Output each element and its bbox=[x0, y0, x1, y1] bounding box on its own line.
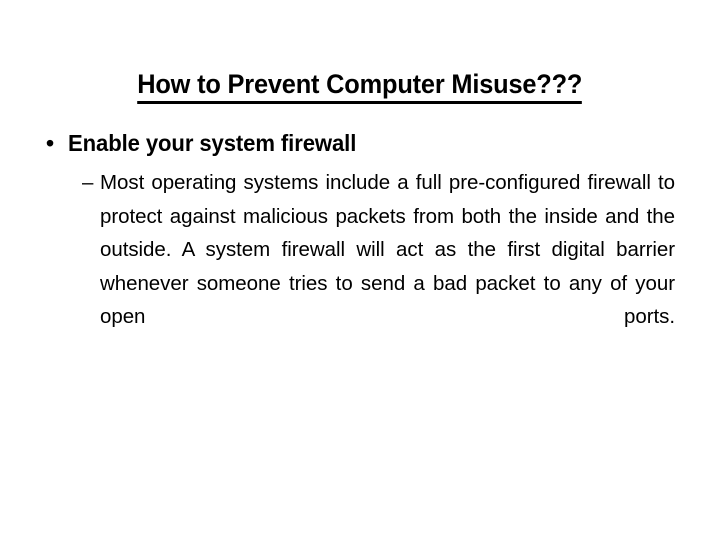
list-item-level2-paragraph: Most operating systems include a full pr… bbox=[100, 171, 675, 329]
list-item-level2: – Most operating systems include a full … bbox=[0, 166, 720, 368]
list-item-level1: • Enable your system firewall bbox=[0, 128, 720, 158]
bullet-dot-icon: • bbox=[46, 130, 54, 156]
bullet-dash-icon: – bbox=[82, 171, 94, 194]
list-item-level1-label: Enable your system firewall bbox=[68, 130, 357, 156]
slide-body: • Enable your system firewall – Most ope… bbox=[0, 128, 720, 368]
page-title-text: How to Prevent Computer Misuse??? bbox=[137, 68, 583, 105]
slide-canvas: How to Prevent Computer Misuse??? • Enab… bbox=[0, 0, 720, 540]
page-title: How to Prevent Computer Misuse??? bbox=[0, 68, 720, 105]
